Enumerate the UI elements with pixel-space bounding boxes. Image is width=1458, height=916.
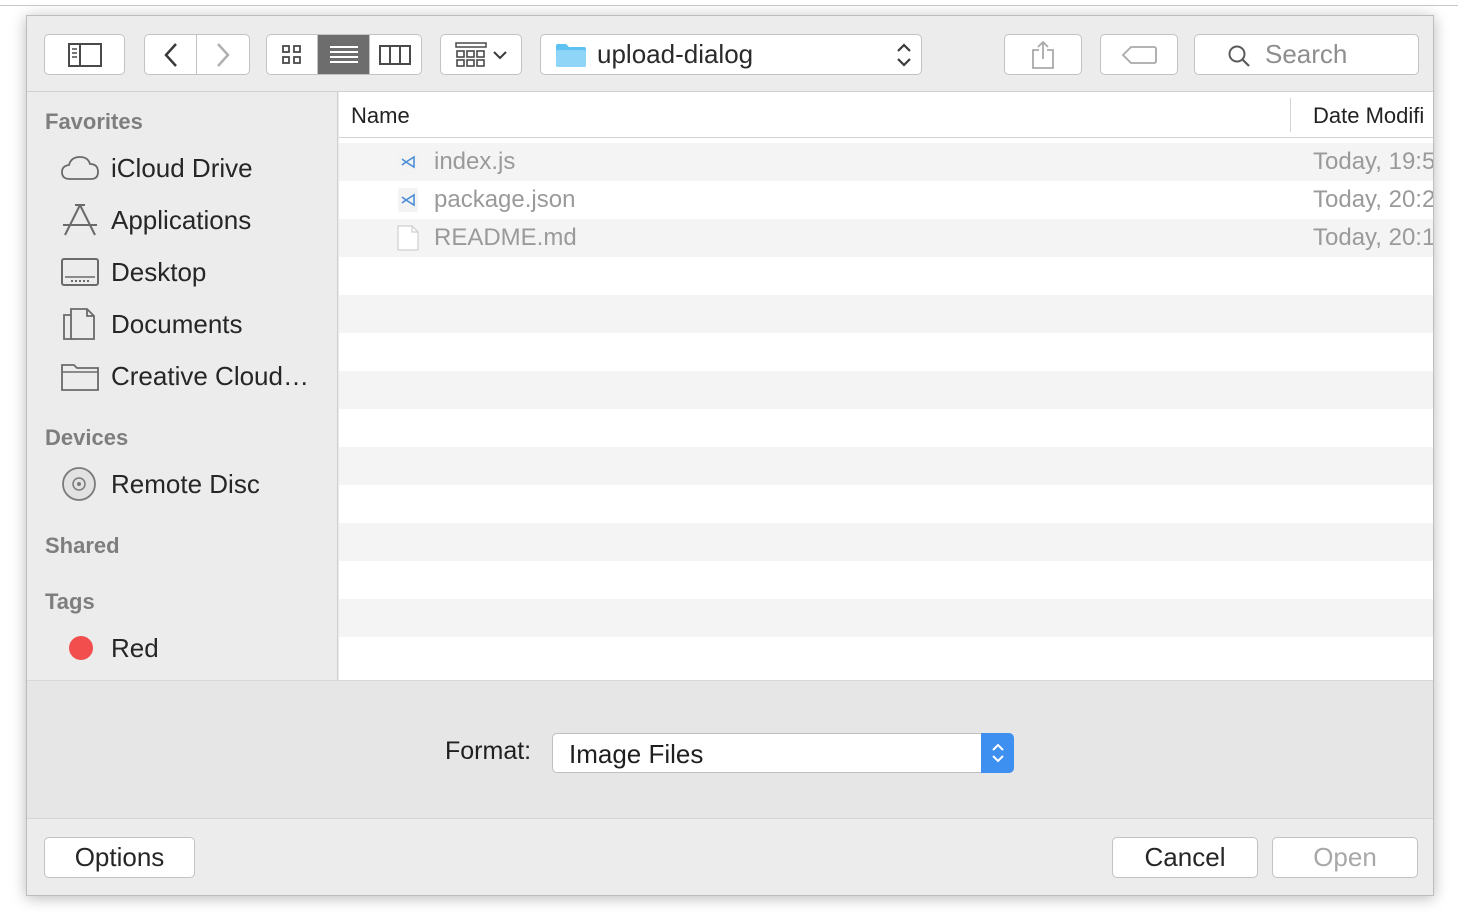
- sidebar-item-remote-disc[interactable]: Remote Disc: [61, 464, 260, 504]
- file-rows: index.js Today, 19:5 package.json Today,…: [339, 143, 1434, 675]
- search-placeholder: Search: [1265, 39, 1348, 69]
- sidebar: Favorites iCloud Drive Applications Desk…: [27, 92, 338, 680]
- file-date: Today, 20:1: [1313, 224, 1434, 251]
- arrange-grid-icon: [455, 41, 487, 67]
- grid-icon: [282, 44, 302, 64]
- file-name: package.json: [434, 186, 576, 213]
- sidebar-item-label: Remote Disc: [111, 468, 260, 499]
- file-row[interactable]: README.md Today, 20:1: [339, 219, 1434, 257]
- blank-document-icon: [397, 225, 419, 251]
- sidebar-heading-favorites: Favorites: [45, 109, 143, 134]
- file-date: Today, 20:2: [1313, 186, 1434, 213]
- empty-row: [339, 637, 1433, 675]
- cancel-button[interactable]: Cancel: [1112, 837, 1258, 878]
- sidebar-item-label: Documents: [111, 308, 243, 339]
- background-window-edge: [0, 0, 1458, 14]
- disc-icon: [61, 466, 101, 502]
- file-row[interactable]: index.js Today, 19:5: [339, 143, 1434, 181]
- share-icon: [1032, 40, 1054, 69]
- sidebar-item-creative-cloud[interactable]: Creative Cloud…: [61, 356, 309, 396]
- path-popup-label: upload-dialog: [597, 39, 754, 69]
- empty-row: [339, 447, 1433, 485]
- path-popup[interactable]: upload-dialog: [540, 34, 922, 75]
- search-input[interactable]: Search: [1194, 34, 1419, 75]
- dialog-button-bar: Options Cancel Open: [27, 818, 1433, 895]
- tag-icon: [1121, 45, 1157, 64]
- sidebar-item-desktop[interactable]: Desktop: [61, 252, 206, 292]
- file-name: README.md: [434, 224, 577, 251]
- sidebar-item-label: Red: [111, 632, 159, 663]
- red-tag-dot-icon: [61, 630, 101, 666]
- folder-icon: [556, 43, 586, 67]
- desktop-icon: [61, 254, 101, 290]
- sidebar-item-label: iCloud Drive: [111, 152, 253, 183]
- column-header-name[interactable]: Name: [351, 103, 410, 129]
- column-header-date-modified[interactable]: Date Modifi: [1313, 103, 1424, 129]
- chevron-left-icon: [163, 42, 177, 67]
- sidebar-item-icloud-drive[interactable]: iCloud Drive: [61, 148, 253, 188]
- sidebar-item-applications[interactable]: Applications: [61, 200, 251, 240]
- file-name: index.js: [434, 148, 516, 175]
- cloud-icon: [61, 150, 101, 186]
- list-icon: [329, 45, 358, 63]
- sidebar-item-label: Applications: [111, 204, 252, 235]
- sidebar-heading-shared: Shared: [45, 533, 120, 558]
- format-label: Format:: [445, 737, 532, 765]
- documents-icon: [61, 306, 101, 342]
- sidebar-heading-tags: Tags: [45, 589, 95, 614]
- up-down-arrows-icon: [897, 43, 911, 67]
- empty-row: [339, 333, 1433, 371]
- vscode-file-icon: [398, 188, 418, 212]
- columns-icon: [379, 44, 412, 65]
- column-divider[interactable]: [1290, 98, 1291, 132]
- empty-row: [339, 561, 1433, 599]
- sidebar-item-documents[interactable]: Documents: [61, 304, 243, 344]
- list-view-button[interactable]: [318, 35, 370, 74]
- file-list-header: Name Date Modifi: [339, 92, 1433, 138]
- format-accessory-panel: Format: Image Files: [27, 680, 1433, 818]
- icon-view-button[interactable]: [267, 35, 319, 74]
- column-view-button[interactable]: [370, 35, 421, 74]
- vscode-file-icon: [398, 150, 418, 174]
- arrange-button[interactable]: [440, 34, 522, 75]
- back-button[interactable]: [145, 35, 198, 74]
- view-mode-control: [266, 34, 422, 75]
- empty-row: [339, 599, 1433, 637]
- toolbar: upload-dialog Search: [27, 16, 1433, 92]
- empty-row: [339, 295, 1433, 333]
- share-button[interactable]: [1004, 34, 1082, 75]
- sidebar-icon: [67, 42, 102, 67]
- file-date: Today, 19:5: [1313, 148, 1434, 175]
- applications-icon: [61, 202, 101, 238]
- empty-row: [339, 371, 1433, 409]
- forward-button[interactable]: [197, 35, 249, 74]
- sidebar-item-label: Desktop: [111, 256, 207, 287]
- empty-row: [339, 523, 1433, 561]
- sidebar-item-tag-red[interactable]: Red: [61, 628, 159, 668]
- empty-row: [339, 409, 1433, 447]
- chevron-down-icon: [493, 50, 507, 59]
- options-button[interactable]: Options: [44, 837, 195, 878]
- open-file-dialog: upload-dialog Search Favorites iCloud Dr…: [26, 15, 1434, 896]
- tag-button[interactable]: [1100, 34, 1178, 75]
- sidebar-item-label: Creative Cloud…: [111, 360, 309, 391]
- folder-icon: [61, 358, 101, 394]
- empty-row: [339, 257, 1433, 295]
- file-row[interactable]: package.json Today, 20:2: [339, 181, 1434, 219]
- up-down-arrows-icon: [981, 733, 1014, 773]
- search-icon: [1228, 45, 1250, 67]
- format-select[interactable]: Image Files: [552, 733, 1014, 773]
- sidebar-heading-devices: Devices: [45, 425, 129, 450]
- open-button[interactable]: Open: [1272, 837, 1418, 878]
- sidebar-toggle-button[interactable]: [44, 34, 125, 75]
- file-list: Name Date Modifi index.js Today, 19:5 pa…: [339, 92, 1434, 680]
- format-select-value: Image Files: [569, 739, 704, 769]
- back-forward-control: [144, 34, 250, 75]
- chevron-right-icon: [217, 42, 230, 67]
- empty-row: [339, 485, 1433, 523]
